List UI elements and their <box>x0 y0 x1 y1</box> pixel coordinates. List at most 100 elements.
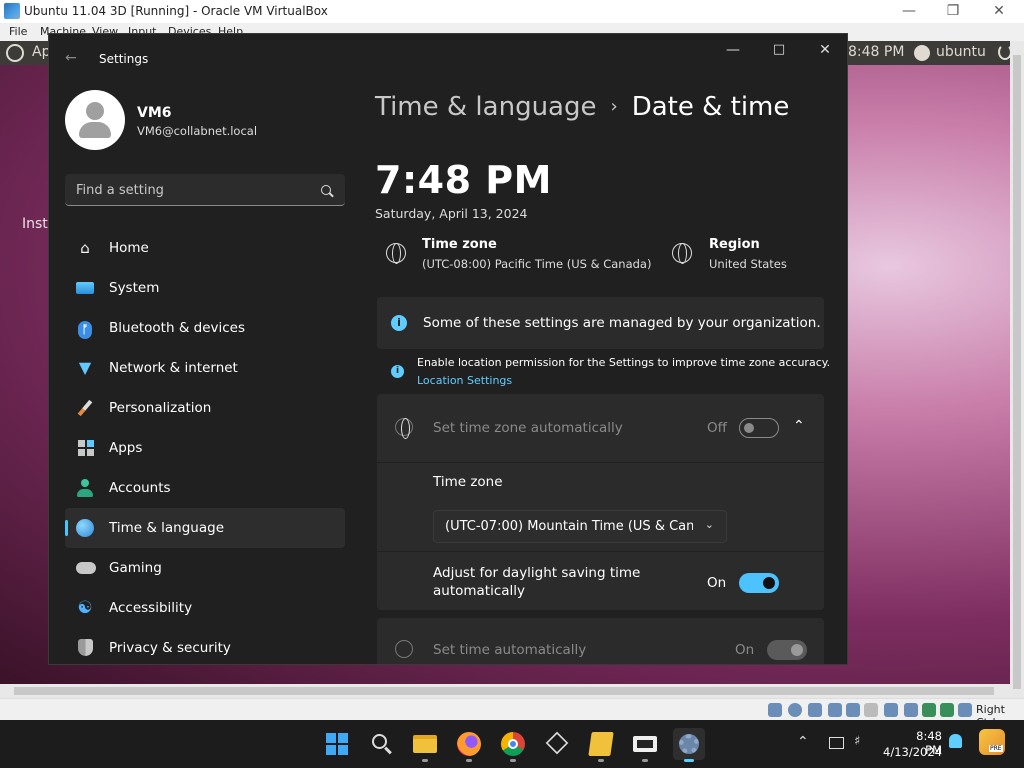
dst-state: On <box>707 575 727 591</box>
info-icon: i <box>391 315 407 331</box>
sidebar-item-label: Bluetooth & devices <box>109 320 246 336</box>
sidebar-item-accessibility[interactable]: ☯ Accessibility <box>65 588 345 628</box>
avatar[interactable] <box>65 90 125 150</box>
user-email: VM6@collabnet.local <box>137 124 258 138</box>
pre-badge: PRE <box>989 745 1003 752</box>
sidebar-item-accounts[interactable]: Accounts <box>65 468 345 508</box>
settings-window: — □ ✕ ← Settings VM6 VM6@collabnet.local… <box>48 33 848 665</box>
sidebar-item-gaming[interactable]: Gaming <box>65 548 345 588</box>
timezone-dropdown[interactable]: (UTC-07:00) Mountain Time (US & Canada) … <box>433 510 727 543</box>
current-date: Saturday, April 13, 2024 <box>375 206 528 221</box>
vbox-vertical-scrollbar[interactable] <box>1010 41 1024 689</box>
keyboard-capture-icon[interactable] <box>958 703 972 717</box>
vtx-status-icon[interactable] <box>922 703 936 717</box>
search-taskbar-button[interactable] <box>365 728 397 760</box>
managed-notice-banner: i Some of these settings are managed by … <box>377 297 824 349</box>
region-summary-label: Region <box>709 237 760 252</box>
search-icon[interactable] <box>321 185 331 195</box>
terminal-button[interactable] <box>629 728 661 762</box>
host-maximize-button[interactable]: ❐ <box>930 0 976 23</box>
hdd-status-icon[interactable] <box>768 703 782 717</box>
sidebar-item-label: Personalization <box>109 400 212 416</box>
volume-muted-icon[interactable]: ♯ <box>854 734 860 749</box>
dst-toggle[interactable] <box>739 573 779 593</box>
virtualbox-taskbar-button[interactable] <box>541 728 573 760</box>
shared-folder-status-icon[interactable] <box>864 703 878 717</box>
sidebar-item-network[interactable]: ▼ Network & internet <box>65 348 345 388</box>
host-minimize-button[interactable]: — <box>886 0 932 23</box>
chevron-up-icon[interactable]: ⌃ <box>793 418 805 434</box>
sidebar-item-time-language[interactable]: Time & language <box>65 508 345 548</box>
ubuntu-logo-icon[interactable] <box>6 44 24 62</box>
set-timezone-automatically-row: Set time zone automatically Off ⌃ <box>377 394 824 462</box>
set-time-automatically-toggle[interactable] <box>767 640 807 660</box>
start-button[interactable] <box>321 728 353 760</box>
sidebar-item-label: Accessibility <box>109 600 193 616</box>
folder-icon <box>413 735 437 753</box>
file-explorer-button[interactable] <box>409 728 441 762</box>
daylight-saving-row: Adjust for daylight saving time automati… <box>377 552 824 610</box>
notepad-button[interactable] <box>585 728 617 762</box>
bell-icon[interactable] <box>949 734 962 748</box>
sidebar-item-privacy[interactable]: Privacy & security <box>65 628 345 664</box>
ubuntu-clock[interactable]: 8:48 PM <box>848 44 904 60</box>
vbox-window-title: Ubuntu 11.04 3D [Running] - Oracle VM Vi… <box>24 4 328 18</box>
search-box[interactable] <box>65 174 345 206</box>
timezone-label: Time zone <box>433 474 503 490</box>
vbox-titlebar: Ubuntu 11.04 3D [Running] - Oracle VM Vi… <box>0 0 1024 23</box>
sidebar-item-label: Home <box>109 240 149 256</box>
virtualbox-icon <box>4 3 20 19</box>
region-summary-value: United States <box>709 257 787 271</box>
info-icon: i <box>391 365 404 378</box>
recording-status-icon[interactable] <box>904 703 918 717</box>
sidebar-item-bluetooth[interactable]: ᚩ Bluetooth & devices <box>65 308 345 348</box>
audio-status-icon[interactable] <box>808 703 822 717</box>
sidebar-item-label: Accounts <box>109 480 171 496</box>
sidebar-item-system[interactable]: System <box>65 268 345 308</box>
set-timezone-automatically-toggle[interactable] <box>739 418 779 438</box>
chrome-button[interactable] <box>497 728 529 762</box>
firefox-icon <box>457 732 481 756</box>
power-icon[interactable] <box>998 44 1010 60</box>
location-settings-link[interactable]: Location Settings <box>417 374 512 387</box>
vbox-horizontal-scrollbar[interactable] <box>0 684 1024 698</box>
mouse-integration-icon[interactable] <box>940 703 954 717</box>
breadcrumb-parent[interactable]: Time & language <box>375 92 596 122</box>
search-input[interactable] <box>65 174 305 206</box>
host-close-button[interactable]: ✕ <box>976 0 1022 23</box>
sidebar-item-home[interactable]: ⌂ Home <box>65 228 345 268</box>
timezone-summary-label: Time zone <box>422 237 497 252</box>
taskbar-date[interactable]: 4/13/2024 <box>880 745 942 759</box>
timezone-auto-icon <box>395 418 413 439</box>
breadcrumb: Time & language › Date & time <box>375 92 789 122</box>
chevron-up-icon[interactable]: ⌃ <box>797 734 809 750</box>
user-status-icon <box>914 45 930 61</box>
settings-taskbar-button[interactable] <box>673 728 705 762</box>
content-pane: Time & language › Date & time 7:48 PM Satu… <box>375 34 847 664</box>
chevron-down-icon: ⌄ <box>704 518 714 531</box>
notepad-icon <box>588 732 614 756</box>
network-tray-icon[interactable] <box>829 737 844 749</box>
taskbar: ⌃ ♯ 8:48 PM 4/13/2024 PRE <box>0 720 1024 768</box>
region-globe-icon <box>672 243 692 264</box>
optical-status-icon[interactable] <box>788 703 802 717</box>
wifi-icon: ▼ <box>78 358 92 377</box>
sidebar-item-personalization[interactable]: Personalization <box>65 388 345 428</box>
usb-status-icon[interactable] <box>846 703 860 717</box>
sidebar-item-apps[interactable]: Apps <box>65 428 345 468</box>
display-status-icon[interactable] <box>884 703 898 717</box>
network-status-icon[interactable] <box>828 703 842 717</box>
gear-icon <box>679 734 699 754</box>
home-icon: ⌂ <box>80 239 90 257</box>
windows-logo-icon <box>326 733 348 755</box>
settings-app-title: Settings <box>99 52 149 66</box>
apps-icon <box>76 439 94 457</box>
time-language-icon <box>76 519 94 537</box>
menu-file[interactable]: File <box>9 25 27 38</box>
ubuntu-username[interactable]: ubuntu <box>936 44 986 60</box>
back-arrow-icon[interactable]: ← <box>65 50 77 66</box>
accounts-icon <box>76 479 94 497</box>
sidebar-item-label: Time & language <box>109 520 225 536</box>
vbox-statusbar: Right Ctrl <box>0 698 1024 729</box>
firefox-button[interactable] <box>453 728 485 762</box>
